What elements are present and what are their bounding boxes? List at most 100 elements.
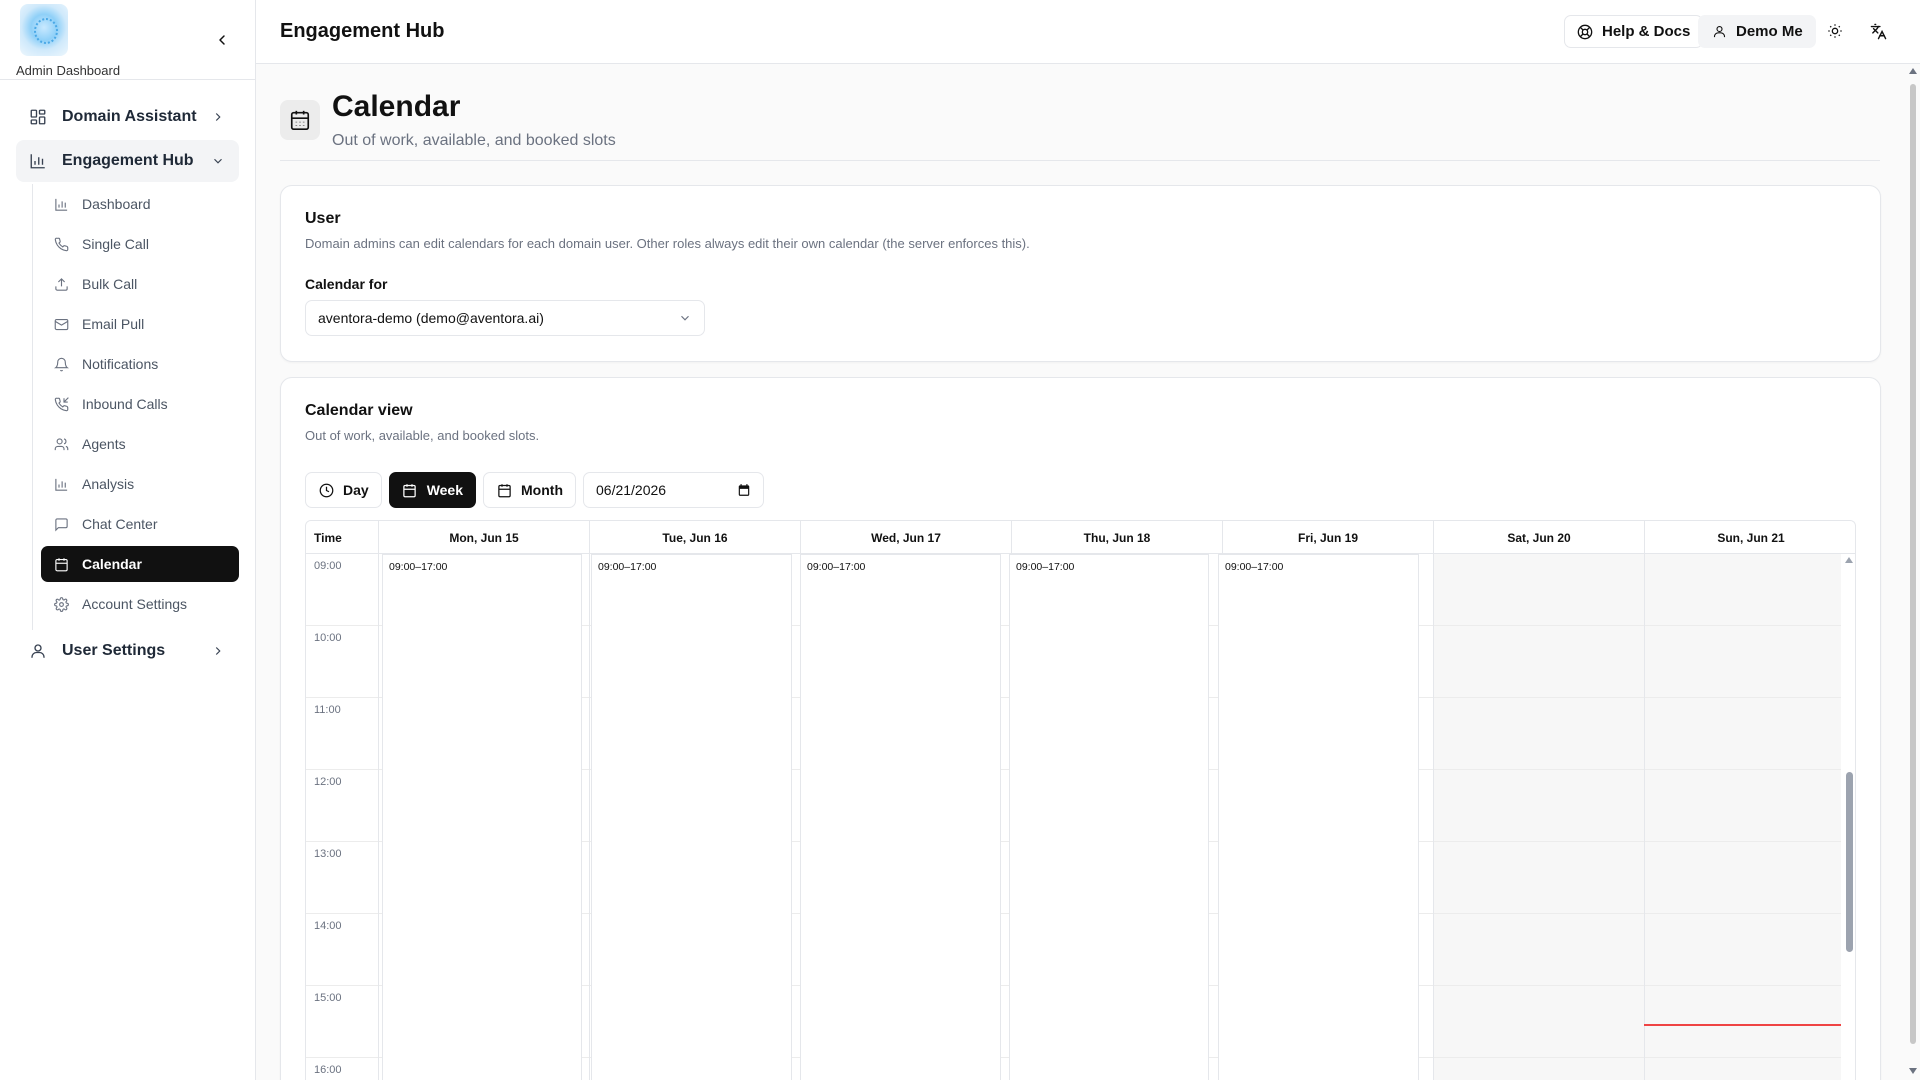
sidebar-item-account-settings[interactable]: Account Settings bbox=[41, 586, 239, 622]
column-divider bbox=[589, 554, 590, 1080]
sidebar-item-single-call[interactable]: Single Call bbox=[41, 226, 239, 262]
available-slot[interactable]: 09:00–17:00 bbox=[1009, 554, 1209, 1080]
day-header: Thu, Jun 18 bbox=[1011, 521, 1222, 554]
user-card-title: User bbox=[305, 210, 341, 227]
day-header: Wed, Jun 17 bbox=[800, 521, 1011, 554]
help-docs-label: Help & Docs bbox=[1602, 23, 1691, 40]
scroll-down-arrow[interactable] bbox=[1909, 1068, 1917, 1074]
sidebar-item-label: Calendar bbox=[82, 556, 142, 572]
calendar-scrollbar[interactable] bbox=[1841, 554, 1855, 1080]
page-scrollbar[interactable] bbox=[1906, 64, 1920, 1080]
day-header: Tue, Jun 16 bbox=[589, 521, 800, 554]
chevron-down-icon bbox=[209, 152, 227, 170]
calendar-for-label: Calendar for bbox=[305, 276, 388, 292]
available-slot[interactable]: 09:00–17:00 bbox=[1218, 554, 1419, 1080]
sidebar-item-bulk-call[interactable]: Bulk Call bbox=[41, 266, 239, 302]
sidebar-item-label: Dashboard bbox=[82, 196, 151, 212]
day-header: Mon, Jun 15 bbox=[378, 521, 589, 554]
help-docs-button[interactable]: Help & Docs bbox=[1564, 15, 1704, 48]
scrollbar-thumb[interactable] bbox=[1910, 84, 1916, 1044]
slot-label: 09:00–17:00 bbox=[598, 561, 657, 573]
sidebar-item-domain-assistant[interactable]: Domain Assistant bbox=[16, 96, 239, 138]
chevron-left-icon bbox=[219, 35, 225, 45]
day-view-label: Day bbox=[343, 482, 369, 498]
hour-label: 13:00 bbox=[314, 848, 342, 860]
calendar-picker-icon[interactable] bbox=[737, 483, 751, 497]
sidebar-item-label: Inbound Calls bbox=[82, 396, 168, 412]
sidebar-nav: Domain Assistant Engagement Hub Dashboar… bbox=[0, 80, 255, 672]
time-column-header: Time bbox=[314, 530, 342, 545]
lifebuoy-icon bbox=[1577, 24, 1593, 40]
available-slot[interactable]: 09:00–17:00 bbox=[382, 554, 582, 1080]
hour-label: 09:00 bbox=[314, 560, 342, 572]
theme-toggle-button[interactable] bbox=[1824, 20, 1846, 42]
date-input-value: 06/21/2026 bbox=[596, 482, 667, 498]
column-divider bbox=[1433, 554, 1434, 1080]
sidebar-item-calendar[interactable]: Calendar bbox=[41, 546, 239, 582]
day-header: Sat, Jun 20 bbox=[1433, 521, 1644, 554]
sidebar-item-notifications[interactable]: Notifications bbox=[41, 346, 239, 382]
divider bbox=[280, 160, 1880, 161]
users-icon bbox=[53, 436, 69, 452]
user-menu-button[interactable]: Demo Me bbox=[1698, 15, 1816, 48]
calendar-icon bbox=[280, 100, 320, 140]
hour-label: 12:00 bbox=[314, 776, 342, 788]
chevron-down-icon bbox=[681, 315, 689, 321]
hour-label: 14:00 bbox=[314, 920, 342, 932]
language-button[interactable] bbox=[1867, 20, 1889, 42]
scroll-up-arrow[interactable] bbox=[1909, 68, 1917, 74]
bell-icon bbox=[53, 356, 69, 372]
day-header: Fri, Jun 19 bbox=[1222, 521, 1433, 554]
sidebar-item-engagement-hub[interactable]: Engagement Hub bbox=[16, 140, 239, 182]
sidebar-item-user-settings[interactable]: User Settings bbox=[16, 630, 239, 672]
hour-label: 11:00 bbox=[314, 704, 341, 716]
sidebar-item-label: User Settings bbox=[62, 642, 166, 659]
calendar-header-row: Time Mon, Jun 15 Tue, Jun 16 Wed, Jun 17… bbox=[306, 521, 1855, 554]
scroll-up-arrow[interactable] bbox=[1845, 557, 1853, 563]
day-view-button[interactable]: Day bbox=[305, 472, 382, 508]
chevron-right-icon bbox=[209, 108, 227, 126]
sidebar-item-label: Single Call bbox=[82, 236, 149, 252]
user-card-description: Domain admins can edit calendars for eac… bbox=[305, 236, 1030, 251]
sidebar: Admin Dashboard Domain Assistant Engagem… bbox=[0, 0, 256, 1080]
column-divider bbox=[1644, 554, 1645, 1080]
sidebar-item-dashboard[interactable]: Dashboard bbox=[41, 186, 239, 222]
logo-caption: Admin Dashboard bbox=[16, 63, 121, 78]
calendar-icon bbox=[402, 482, 418, 498]
collapse-sidebar-button[interactable] bbox=[210, 28, 234, 52]
hour-label: 15:00 bbox=[314, 992, 342, 1004]
sidebar-item-chat-center[interactable]: Chat Center bbox=[41, 506, 239, 542]
phone-icon bbox=[53, 236, 69, 252]
date-input[interactable]: 06/21/2026 bbox=[583, 472, 764, 508]
scrollbar-thumb[interactable] bbox=[1846, 772, 1853, 952]
user-card: User Domain admins can edit calendars fo… bbox=[280, 185, 1881, 362]
sidebar-item-analysis[interactable]: Analysis bbox=[41, 466, 239, 502]
hour-label: 10:00 bbox=[314, 632, 342, 644]
sun-icon bbox=[1828, 24, 1842, 38]
week-view-button[interactable]: Week bbox=[388, 472, 477, 508]
available-slot[interactable]: 09:00–17:00 bbox=[591, 554, 792, 1080]
week-calendar: Time Mon, Jun 15 Tue, Jun 16 Wed, Jun 17… bbox=[305, 520, 1856, 1080]
clock-icon bbox=[318, 482, 334, 498]
sidebar-item-agents[interactable]: Agents bbox=[41, 426, 239, 462]
slot-label: 09:00–17:00 bbox=[389, 561, 448, 573]
sidebar-item-label: Chat Center bbox=[82, 516, 158, 532]
sidebar-item-label: Engagement Hub bbox=[62, 152, 194, 169]
slot-label: 09:00–17:00 bbox=[1016, 561, 1075, 573]
bar-chart-icon bbox=[53, 476, 69, 492]
month-view-label: Month bbox=[521, 482, 563, 498]
top-header: Engagement Hub Help & Docs Demo Me bbox=[256, 0, 1920, 64]
sidebar-item-label: Analysis bbox=[82, 476, 135, 492]
calendar-icon bbox=[53, 556, 69, 572]
calendar-user-select-value: aventora-demo (demo@aventora.ai) bbox=[318, 310, 544, 326]
available-slot[interactable]: 09:00–17:00 bbox=[800, 554, 1001, 1080]
sidebar-item-inbound-calls[interactable]: Inbound Calls bbox=[41, 386, 239, 422]
gear-icon bbox=[53, 596, 69, 612]
sidebar-item-email-pull[interactable]: Email Pull bbox=[41, 306, 239, 342]
month-view-button[interactable]: Month bbox=[483, 472, 576, 508]
week-view-label: Week bbox=[426, 482, 464, 498]
logo bbox=[20, 4, 68, 56]
chevron-right-icon bbox=[209, 642, 227, 660]
calendar-body[interactable]: 09:00 10:00 11:00 12:00 13:00 14:00 15:0… bbox=[306, 554, 1855, 1080]
calendar-user-select[interactable]: aventora-demo (demo@aventora.ai) bbox=[305, 300, 705, 336]
